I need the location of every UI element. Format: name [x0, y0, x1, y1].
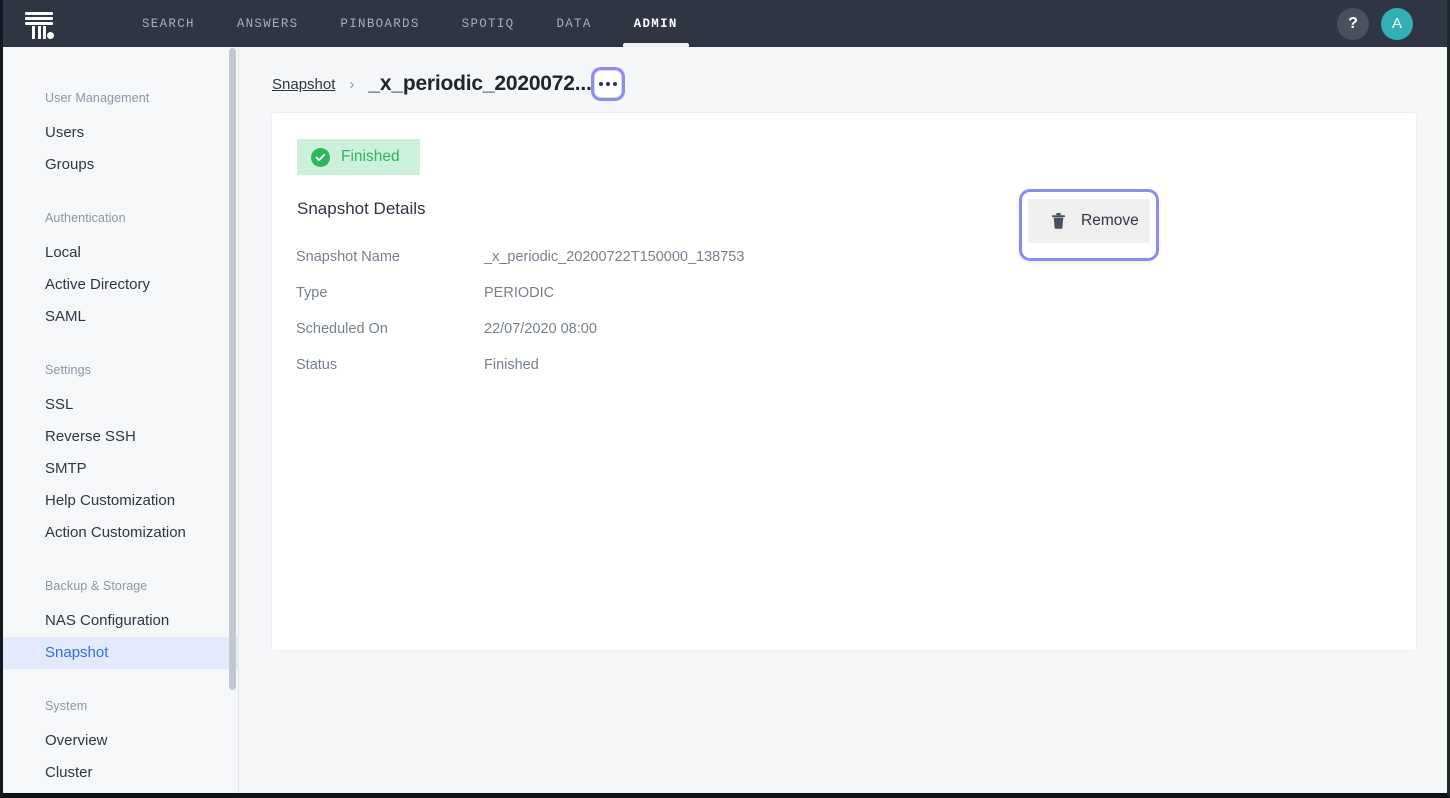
sidebar-item-groups[interactable]: Groups	[3, 149, 238, 181]
trash-icon	[1052, 213, 1065, 229]
detail-label-type: Type	[296, 285, 484, 301]
remove-button[interactable]: Remove	[1028, 199, 1150, 243]
status-badge-label: Finished	[341, 148, 400, 166]
sidebar-item-help-customization[interactable]: Help Customization	[3, 485, 238, 517]
top-navigation-bar: SEARCH ANSWERS PINBOARDS SPOTIQ DATA ADM…	[3, 0, 1447, 47]
context-menu-popup: Remove	[1022, 192, 1156, 258]
sidebar-group-backup-storage: Backup & Storage	[3, 579, 238, 593]
sidebar-group-settings: Settings	[3, 363, 238, 377]
status-badge: Finished	[297, 139, 420, 175]
sidebar-item-local[interactable]: Local	[3, 237, 238, 269]
sidebar-item-action-customization[interactable]: Action Customization	[3, 517, 238, 549]
sidebar-items-container: User Management Users Groups Authenticat…	[3, 47, 238, 789]
app-logo[interactable]	[3, 0, 75, 47]
sidebar-item-reverse-ssh[interactable]: Reverse SSH	[3, 421, 238, 453]
sidebar-item-active-directory[interactable]: Active Directory	[3, 269, 238, 301]
sidebar-navigation: User Management Users Groups Authenticat…	[3, 47, 239, 793]
kebab-dot	[613, 82, 617, 86]
sidebar-spacer	[3, 669, 238, 699]
detail-value-status: Finished	[484, 357, 539, 373]
help-icon[interactable]: ?	[1337, 8, 1369, 40]
sidebar-item-snapshot[interactable]: Snapshot	[3, 637, 238, 669]
nav-tab-data[interactable]: DATA	[535, 0, 612, 47]
nav-tab-pinboards[interactable]: PINBOARDS	[319, 0, 440, 47]
detail-value-type: PERIODIC	[484, 285, 554, 301]
details-section-title: Snapshot Details	[297, 199, 426, 219]
breadcrumb: Snapshot › _x_periodic_2020072...	[240, 47, 1447, 97]
nav-tab-spotiq[interactable]: SPOTIQ	[441, 0, 536, 47]
kebab-menu-icon[interactable]	[594, 70, 622, 98]
detail-label-snapshot-name: Snapshot Name	[296, 249, 484, 265]
table-row: Scheduled On 22/07/2020 08:00	[296, 311, 996, 347]
sidebar-item-overview[interactable]: Overview	[3, 725, 238, 757]
breadcrumb-separator-icon: ›	[349, 76, 354, 93]
kebab-dot	[599, 82, 603, 86]
remove-button-label: Remove	[1081, 212, 1139, 230]
table-row: Type PERIODIC	[296, 275, 996, 311]
sidebar-item-cluster[interactable]: Cluster	[3, 757, 238, 789]
sidebar-scrollbar-thumb[interactable]	[229, 48, 236, 690]
table-row: Status Finished	[296, 347, 996, 383]
avatar[interactable]: A	[1381, 8, 1413, 40]
sidebar-group-authentication: Authentication	[3, 211, 238, 225]
detail-label-status: Status	[296, 357, 484, 373]
sidebar-group-system: System	[3, 699, 238, 713]
nav-tab-admin[interactable]: ADMIN	[613, 0, 699, 47]
sidebar-spacer	[3, 181, 238, 211]
main-content-area: Snapshot › _x_periodic_2020072... Finish…	[240, 47, 1447, 793]
kebab-dot	[606, 82, 610, 86]
sidebar-item-nas-configuration[interactable]: NAS Configuration	[3, 605, 238, 637]
check-circle-icon	[311, 148, 330, 167]
application-window: SEARCH ANSWERS PINBOARDS SPOTIQ DATA ADM…	[0, 0, 1450, 798]
detail-value-scheduled-on: 22/07/2020 08:00	[484, 321, 597, 337]
sidebar-item-smtp[interactable]: SMTP	[3, 453, 238, 485]
primary-nav-tabs: SEARCH ANSWERS PINBOARDS SPOTIQ DATA ADM…	[121, 0, 699, 47]
sidebar-scrollbar-track[interactable]	[228, 47, 238, 793]
sidebar-spacer	[3, 333, 238, 363]
detail-label-scheduled-on: Scheduled On	[296, 321, 484, 337]
sidebar-item-saml[interactable]: SAML	[3, 301, 238, 333]
nav-tab-search[interactable]: SEARCH	[121, 0, 216, 47]
sidebar-item-ssl[interactable]: SSL	[3, 389, 238, 421]
thoughtspot-logo-icon	[22, 7, 56, 41]
sidebar-spacer	[3, 549, 238, 579]
topbar-actions: ? A	[1337, 8, 1447, 40]
snapshot-detail-card: Finished Snapshot Details Snapshot Name …	[272, 113, 1416, 650]
detail-value-snapshot-name: _x_periodic_20200722T150000_138753	[484, 249, 744, 265]
sidebar-group-user-management: User Management	[3, 91, 238, 105]
breadcrumb-link-snapshot[interactable]: Snapshot	[272, 76, 335, 93]
nav-tab-answers[interactable]: ANSWERS	[216, 0, 320, 47]
sidebar-item-users[interactable]: Users	[3, 117, 238, 149]
page-title: _x_periodic_2020072...	[368, 72, 591, 96]
table-row: Snapshot Name _x_periodic_20200722T15000…	[296, 239, 996, 275]
snapshot-details-table: Snapshot Name _x_periodic_20200722T15000…	[296, 239, 996, 383]
